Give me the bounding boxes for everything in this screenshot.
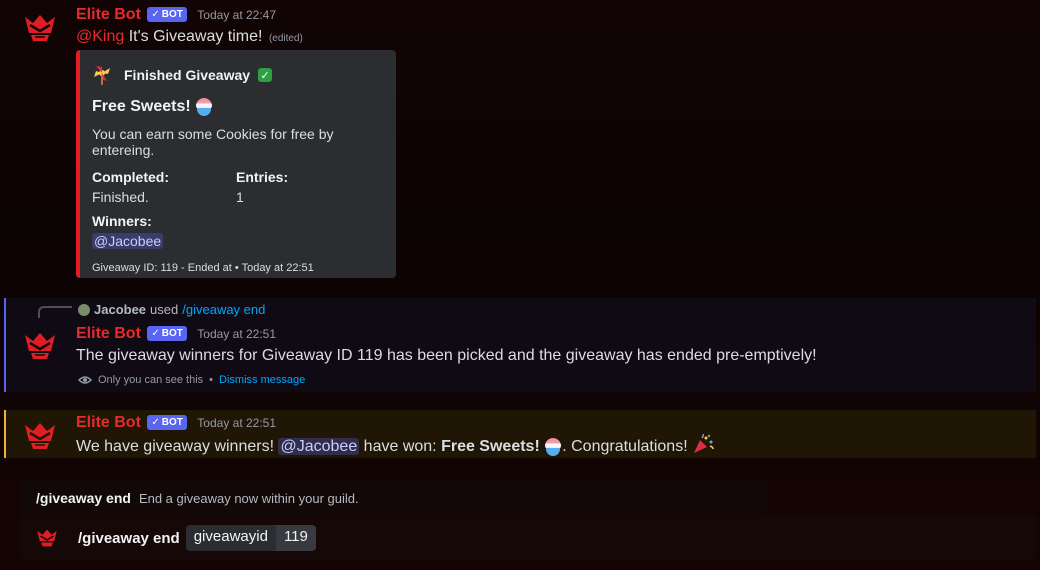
verified-check-icon: ✓ [151,9,160,20]
edited-label: (edited) [268,33,303,44]
command-option[interactable]: giveawayid 119 [185,525,316,551]
user-avatar-small-icon [78,303,90,316]
command-autocomplete[interactable]: /giveaway end End a giveaway now within … [20,480,768,516]
message-header: Elite Bot ✓ BOT Today at 22:51 [76,325,276,343]
timestamp: Today at 22:51 [197,416,277,430]
embed-author-name: Finished Giveaway [124,67,251,83]
giveaway-embed: Finished Giveaway ✓ Free Sweets! You can… [76,50,396,278]
message-header: Elite Bot ✓ BOT Today at 22:51 [76,414,276,432]
message-content: @King It's Giveaway time! (edited) [76,26,303,50]
mention-jacobee[interactable]: @Jacobee [278,438,360,455]
reply-connector [38,306,72,318]
composer-command[interactable]: /giveaway end [78,530,180,547]
embed-title: Free Sweets! [92,98,380,116]
message-composer[interactable]: /giveaway end giveawayid 119 [20,516,1036,560]
shaved-ice-icon [195,98,213,116]
text-after: . Congratulations! [562,438,688,455]
ephemeral-note: Only you can see this • Dismiss message [78,374,305,386]
message-giveaway-start: Elite Bot ✓ BOT Today at 22:47 @King It's… [0,0,1036,290]
shaved-ice-icon [544,437,562,456]
timestamp: Today at 22:47 [197,8,277,22]
message-header: Elite Bot ✓ BOT Today at 22:47 [76,6,276,24]
party-popper-icon [694,433,714,453]
reply-username[interactable]: Jacobee [94,302,146,317]
text-before: We have giveaway winners! [76,438,275,455]
bot-tag: ✓ BOT [147,7,187,22]
field-winners: Winners: @Jacobee [92,212,380,252]
field-name: Completed: [92,169,169,185]
message-text: It's Giveaway time! [128,28,263,45]
field-completed: Completed: Finished. [92,168,236,208]
mention-jacobee[interactable]: @Jacobee [92,233,164,249]
bot-avatar[interactable] [20,416,60,456]
reply-used: used [150,302,179,317]
message-content: The giveaway winners for Giveaway ID 119… [76,347,817,364]
field-name: Winners: [92,213,152,229]
eye-icon [78,376,92,384]
pinwheel-icon [94,66,110,85]
embed-description: You can earn some Cookies for free by en… [92,126,334,158]
bot-tag: ✓ BOT [147,415,187,430]
separator: • [209,374,214,386]
autocomplete-command[interactable]: /giveaway end [36,490,131,506]
bot-tag: ✓ BOT [147,326,187,341]
prize-text: Free Sweets! [441,438,540,455]
embed-title-text: Free Sweets! [92,98,191,115]
check-mark-icon: ✓ [258,68,273,82]
field-name: Entries: [236,169,289,185]
reply-command[interactable]: /giveaway end [182,302,265,317]
timestamp: Today at 22:51 [197,327,277,341]
embed-footer: Giveaway ID: 119 - Ended at • Today at 2… [92,262,314,274]
verified-check-icon: ✓ [151,417,160,428]
field-entries: Entries: 1 [236,168,380,208]
reply-preview[interactable]: Jacobee used /giveaway end [78,302,265,317]
bot-avatar[interactable] [20,326,60,366]
mention-king[interactable]: @King [76,28,124,45]
dismiss-message-link[interactable]: Dismiss message [219,374,305,386]
embed-author: Finished Giveaway ✓ [92,64,380,86]
username[interactable]: Elite Bot [76,414,141,431]
field-value: Finished. [92,189,149,205]
crown-logo-icon [25,15,55,41]
ephemeral-text: Only you can see this [98,374,204,386]
message-content: We have giveaway winners! @Jacobee have … [76,433,714,458]
crown-logo-icon [25,333,55,359]
field-value: 1 [236,189,244,205]
autocomplete-description: End a giveaway now within your guild. [138,490,359,506]
text-mid: have won: [363,438,437,455]
bot-app-icon [37,529,57,547]
crown-logo-icon [25,423,55,449]
username[interactable]: Elite Bot [76,325,141,342]
embed-fields: Completed: Finished. Entries: 1 [92,168,380,208]
option-value-input[interactable]: 119 [275,525,316,551]
bot-avatar[interactable] [20,8,60,48]
field-value: @Jacobee [92,230,380,252]
verified-check-icon: ✓ [151,328,160,339]
option-name: giveawayid [185,525,276,551]
username[interactable]: Elite Bot [76,6,141,23]
